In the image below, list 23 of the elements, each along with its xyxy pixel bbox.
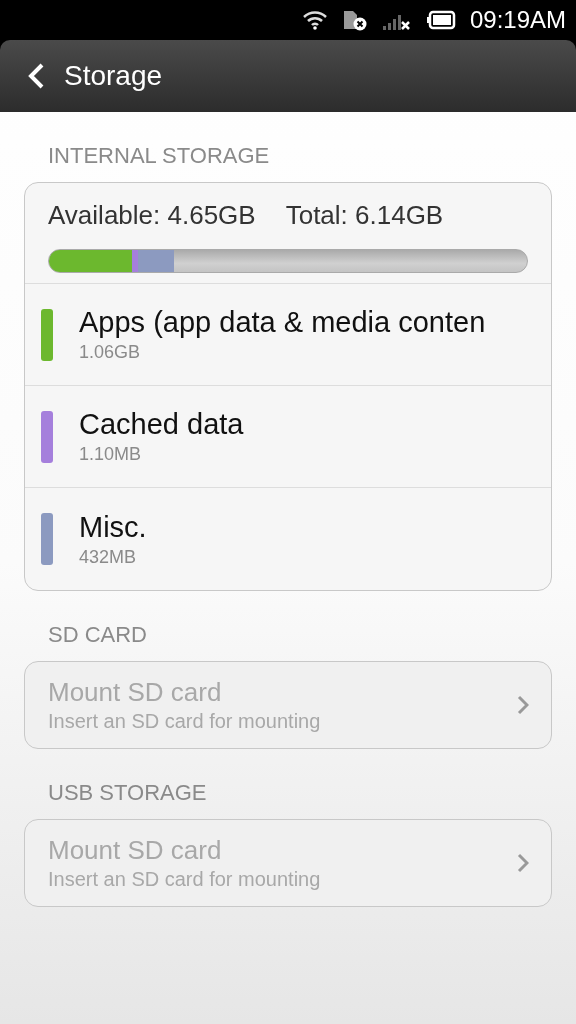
category-name: Apps (app data & media conten bbox=[79, 306, 486, 339]
total-label: Total: 6.14GB bbox=[285, 200, 444, 231]
screen-title: Storage bbox=[64, 60, 163, 92]
clock: 09:19AM bbox=[469, 6, 566, 34]
row-title: Mount SD card bbox=[48, 835, 223, 866]
sim-card-icon bbox=[341, 9, 368, 31]
row-title: Mount SD card bbox=[48, 677, 223, 708]
chevron-icon bbox=[517, 695, 529, 715]
back-icon bbox=[26, 62, 46, 90]
row-subtitle: Insert an SD card for mounting bbox=[48, 868, 321, 891]
category-size: 1.10MB bbox=[79, 444, 143, 465]
category-name: Cached data bbox=[79, 408, 244, 441]
available-label: Available: 4.65GB bbox=[48, 200, 256, 231]
row-subtitle: Insert an SD card for mounting bbox=[48, 710, 321, 733]
wifi-icon bbox=[301, 10, 328, 30]
battery-icon bbox=[425, 10, 456, 30]
category-name: Misc. bbox=[79, 510, 147, 544]
category-size: 432MB bbox=[79, 546, 138, 568]
section-heading: SD CARD bbox=[48, 622, 147, 647]
category-size: 1.06GB bbox=[79, 342, 142, 363]
section-heading: INTERNAL STORAGE bbox=[48, 143, 270, 168]
section-heading: USB STORAGE bbox=[48, 780, 207, 805]
chevron-icon bbox=[517, 853, 529, 873]
